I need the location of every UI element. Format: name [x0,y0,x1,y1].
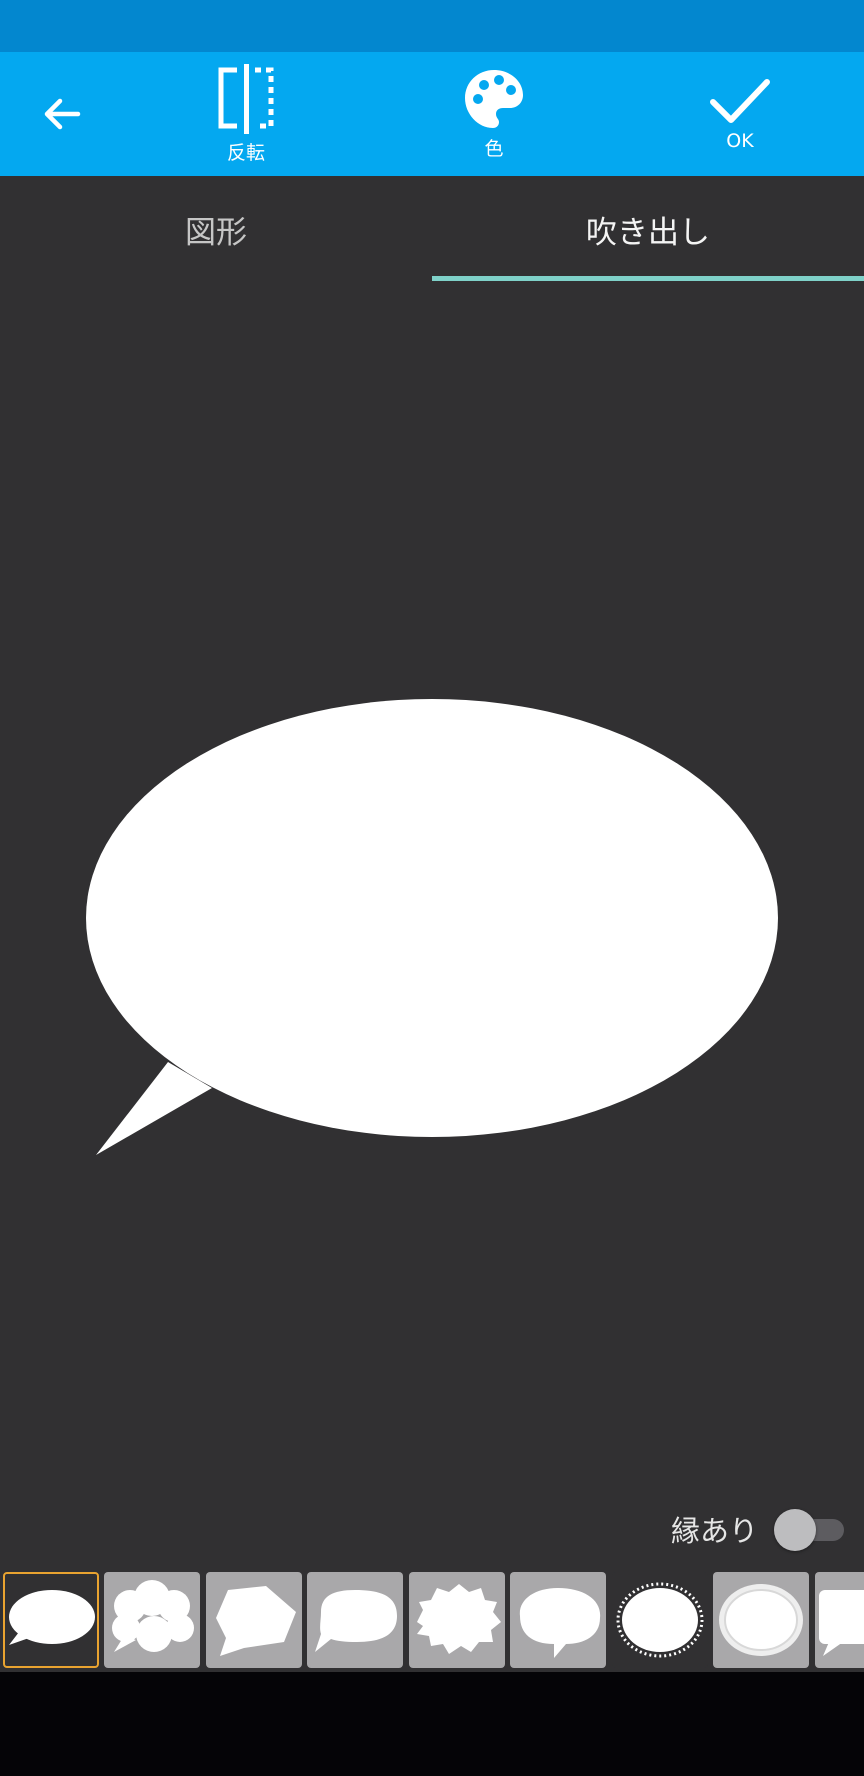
balloon-thumb-spiky[interactable] [409,1572,505,1668]
color-label: 色 [484,137,504,160]
balloon-thumb-fuzzy[interactable] [612,1572,708,1668]
preview-canvas [0,282,864,1492]
outline-toggle[interactable] [774,1505,844,1553]
status-bar [0,0,864,52]
balloon-thumb-glow[interactable] [713,1572,809,1668]
speech-balloon-preview[interactable] [86,699,778,1155]
palette-icon [465,69,523,128]
tab-shapes[interactable]: 図形 [0,176,432,282]
arrow-left-icon [44,98,81,130]
balloon-thumb-wavy[interactable] [510,1572,606,1668]
flip-label: 反転 [226,141,265,164]
tab-speech-balloon[interactable]: 吹き出し [432,176,864,282]
balloon-thumb-rectangle[interactable] [815,1572,864,1668]
flip-button[interactable]: 反転 [196,52,296,176]
outline-label: 縁あり [670,1514,758,1548]
toolbar: 反転 色 OK [0,52,864,176]
ok-button[interactable]: OK [690,52,790,176]
toggle-thumb [774,1509,816,1551]
back-button[interactable] [20,52,104,176]
tab-indicator [432,276,864,281]
ok-label: OK [726,130,754,152]
navigation-bar [0,1672,864,1776]
balloon-thumb-hexagon[interactable] [206,1572,302,1668]
balloon-thumbnail-strip [0,1572,864,1672]
outline-row: 縁あり [671,1505,844,1553]
balloon-thumb-oval[interactable] [3,1572,99,1668]
balloon-thumb-cloud[interactable] [104,1572,200,1668]
color-button[interactable]: 色 [444,52,544,176]
check-icon [710,79,770,123]
tab-bar: 図形 吹き出し [0,176,864,282]
balloon-thumb-rounded[interactable] [307,1572,403,1668]
flip-icon [218,63,274,134]
